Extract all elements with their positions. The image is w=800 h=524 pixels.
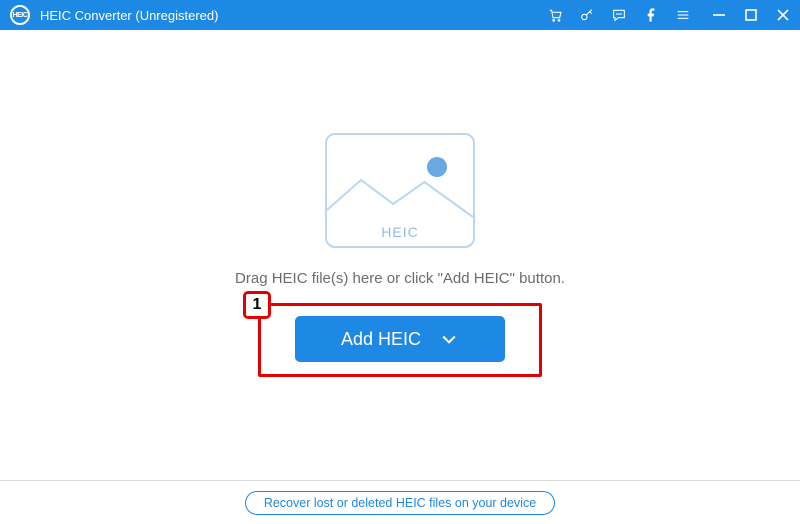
titlebar-actions [546,6,692,24]
drag-instruction-text: Drag HEIC file(s) here or click "Add HEI… [235,270,565,287]
add-heic-button-label: Add HEIC [341,329,421,350]
drop-zone[interactable]: HEIC Drag HEIC file(s) here or click "Ad… [0,30,800,480]
annotation-step-badge: 1 [243,291,271,319]
app-title: HEIC Converter (Unregistered) [40,8,218,23]
close-button[interactable] [774,6,792,24]
app-logo: HEIC [10,5,30,25]
chat-icon[interactable] [610,6,628,24]
menu-icon[interactable] [674,6,692,24]
placeholder-mountain [327,172,473,222]
annotation-frame: 1 Add HEIC [258,303,542,377]
cart-icon[interactable] [546,6,564,24]
titlebar: HEIC HEIC Converter (Unregistered) [0,0,800,30]
app-logo-text: HEIC [13,12,28,19]
footer: Recover lost or deleted HEIC files on yo… [0,480,800,524]
minimize-button[interactable] [710,6,728,24]
heic-placeholder-icon: HEIC [325,133,475,248]
chevron-down-icon [439,329,459,349]
window-controls [710,6,792,24]
facebook-icon[interactable] [642,6,660,24]
recover-files-link[interactable]: Recover lost or deleted HEIC files on yo… [245,491,555,515]
placeholder-heic-label: HEIC [327,224,473,240]
key-icon[interactable] [578,6,596,24]
add-heic-button[interactable]: Add HEIC [295,316,505,362]
maximize-button[interactable] [742,6,760,24]
